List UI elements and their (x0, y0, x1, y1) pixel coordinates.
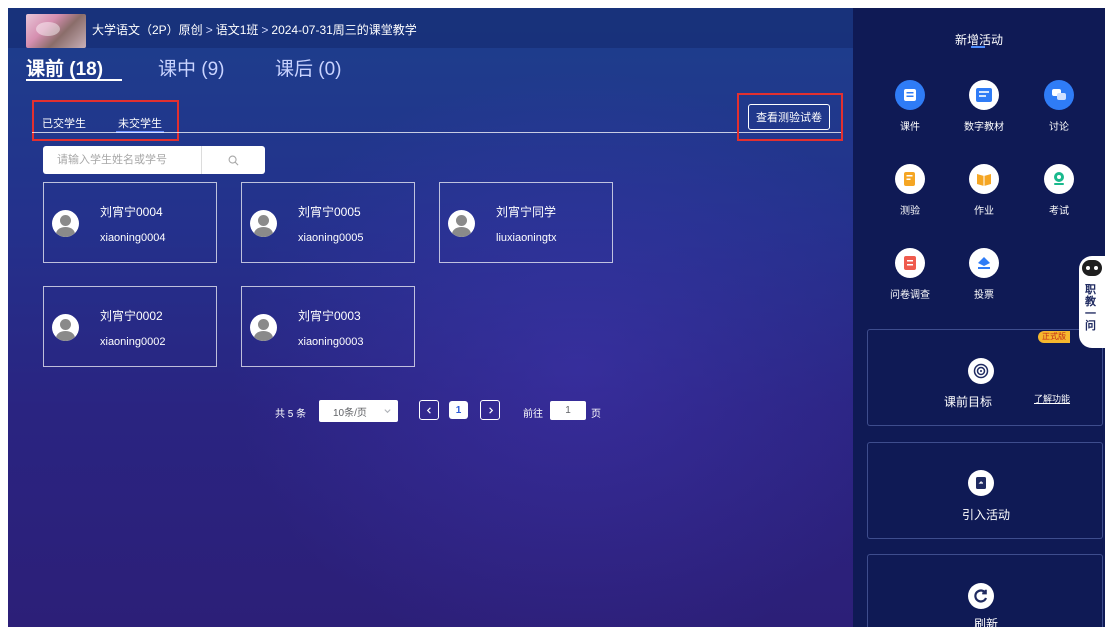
activity-exam[interactable]: 考试 (1029, 164, 1089, 217)
activity-label: 数字教材 (964, 122, 1004, 133)
breadcrumb: 大学语文（2P）原创 > 语文1班 >2024-07-31周三的课堂教学 (92, 21, 417, 38)
student-card[interactable]: 刘宵宁0003 xiaoning0003 (241, 286, 415, 367)
search-button[interactable] (202, 146, 265, 174)
activity-digital-textbook[interactable]: 数字教材 (954, 80, 1014, 133)
panel-pre-class-goals[interactable]: 课前目标 (867, 329, 1103, 426)
view-quiz-button[interactable]: 查看测验试卷 (748, 104, 830, 130)
avatar (52, 210, 79, 237)
student-account: xiaoning0004 (100, 232, 166, 244)
panel-label: 引入活动 (961, 508, 1010, 522)
activity-label: 投票 (974, 290, 994, 301)
subtab-submitted[interactable]: 已交学生 (42, 115, 86, 131)
student-account: xiaoning0003 (298, 336, 364, 348)
chevron-left-icon (426, 406, 431, 414)
main-panel: 大学语文（2P）原创 > 语文1班 >2024-07-31周三的课堂教学 课前 (18… (8, 8, 853, 627)
activity-label: 课件 (900, 122, 920, 133)
quiz-icon (895, 164, 925, 194)
student-search (43, 146, 265, 174)
goto-page-input[interactable]: 1 (550, 401, 586, 420)
breadcrumb-class[interactable]: 语文1班 (216, 23, 259, 37)
import-icon (968, 470, 994, 496)
student-account: liuxiaoningtx (496, 232, 557, 244)
vote-icon (969, 248, 999, 278)
next-page-button[interactable] (480, 400, 500, 420)
student-name: 刘宵宁0003 (298, 309, 361, 323)
prev-page-button[interactable] (419, 400, 439, 420)
avatar (448, 210, 475, 237)
activity-label: 作业 (974, 206, 994, 217)
assistant-widget[interactable]: 职教一问 (1079, 256, 1105, 348)
tab-in-class[interactable]: 课中 (9) (158, 54, 225, 81)
panel-refresh[interactable]: 刷新 (867, 554, 1103, 627)
student-card[interactable]: 刘宵宁0004 xiaoning0004 (43, 182, 217, 263)
exam-icon (1044, 164, 1074, 194)
tab-after-class[interactable]: 课后 (0) (275, 54, 342, 81)
homework-icon (969, 164, 999, 194)
goto-suffix: 页 (591, 409, 601, 420)
activity-vote[interactable]: 投票 (954, 248, 1014, 301)
breadcrumb-course[interactable]: 大学语文（2P）原创 (92, 23, 203, 37)
student-name: 刘宵宁0002 (100, 309, 163, 323)
activity-survey[interactable]: 问卷调查 (880, 248, 940, 301)
page-size-select[interactable]: 10条/页 (319, 400, 398, 422)
activity-sidebar: 新增活动 课件 数字教材 讨论 测验 作业 考试 问卷调查 投票 课前目标 了解… (853, 8, 1105, 627)
avatar (250, 314, 277, 341)
breadcrumb-separator: > (261, 23, 269, 37)
activity-label: 讨论 (1049, 122, 1069, 133)
avatar (52, 314, 79, 341)
goto-label: 前往 (523, 409, 543, 420)
assistant-label: 职教一问 (1085, 284, 1096, 332)
header-bar: 大学语文（2P）原创 > 语文1班 >2024-07-31周三的课堂教学 (8, 8, 853, 48)
active-tab-indicator (26, 79, 122, 81)
student-card[interactable]: 刘宵宁0005 xiaoning0005 (241, 182, 415, 263)
subtab-not-submitted[interactable]: 未交学生 (118, 115, 162, 131)
breadcrumb-separator: > (205, 23, 213, 37)
refresh-icon (968, 583, 994, 609)
activity-courseware[interactable]: 课件 (880, 80, 940, 133)
activity-label: 问卷调查 (890, 290, 930, 301)
assistant-badge: 正式版 (1038, 331, 1070, 343)
digital-textbook-icon (969, 80, 999, 110)
divider (32, 132, 842, 133)
panel-import-activity[interactable]: 引入活动 (867, 442, 1103, 539)
activity-discussion[interactable]: 讨论 (1029, 80, 1089, 133)
student-name: 刘宵宁0004 (100, 205, 163, 219)
chevron-right-icon (488, 406, 493, 414)
student-name: 刘宵宁同学 (496, 205, 557, 219)
student-card[interactable]: 刘宵宁同学 liuxiaoningtx (439, 182, 613, 263)
student-account: xiaoning0002 (100, 336, 166, 348)
courseware-icon (895, 80, 925, 110)
learn-feature-link[interactable]: 了解功能 (1034, 392, 1070, 405)
discussion-icon (1044, 80, 1074, 110)
search-icon (228, 155, 239, 165)
student-name: 刘宵宁0005 (298, 205, 361, 219)
app-stage: 大学语文（2P）原创 > 语文1班 >2024-07-31周三的课堂教学 课前 (18… (8, 8, 1105, 627)
breadcrumb-lesson: 2024-07-31周三的课堂教学 (271, 23, 417, 37)
pagination-total: 共 5 条 (275, 409, 307, 420)
activity-quiz[interactable]: 测验 (880, 164, 940, 217)
chevron-down-icon (384, 409, 391, 414)
course-thumbnail (26, 14, 86, 48)
search-input[interactable] (43, 146, 201, 174)
activity-label: 测验 (900, 206, 920, 217)
panel-label: 刷新 (973, 617, 998, 627)
target-icon (968, 358, 994, 384)
tab-before-class[interactable]: 课前 (18) (26, 54, 103, 81)
activity-label: 考试 (1049, 206, 1069, 217)
student-account: xiaoning0005 (298, 232, 364, 244)
sidebar-title-indicator (971, 46, 985, 48)
page-number-current[interactable]: 1 (449, 401, 468, 419)
robot-icon (1082, 260, 1102, 276)
student-card[interactable]: 刘宵宁0002 xiaoning0002 (43, 286, 217, 367)
avatar (250, 210, 277, 237)
page-size-value: 10条/页 (333, 407, 367, 419)
survey-icon (895, 248, 925, 278)
activity-homework[interactable]: 作业 (954, 164, 1014, 217)
